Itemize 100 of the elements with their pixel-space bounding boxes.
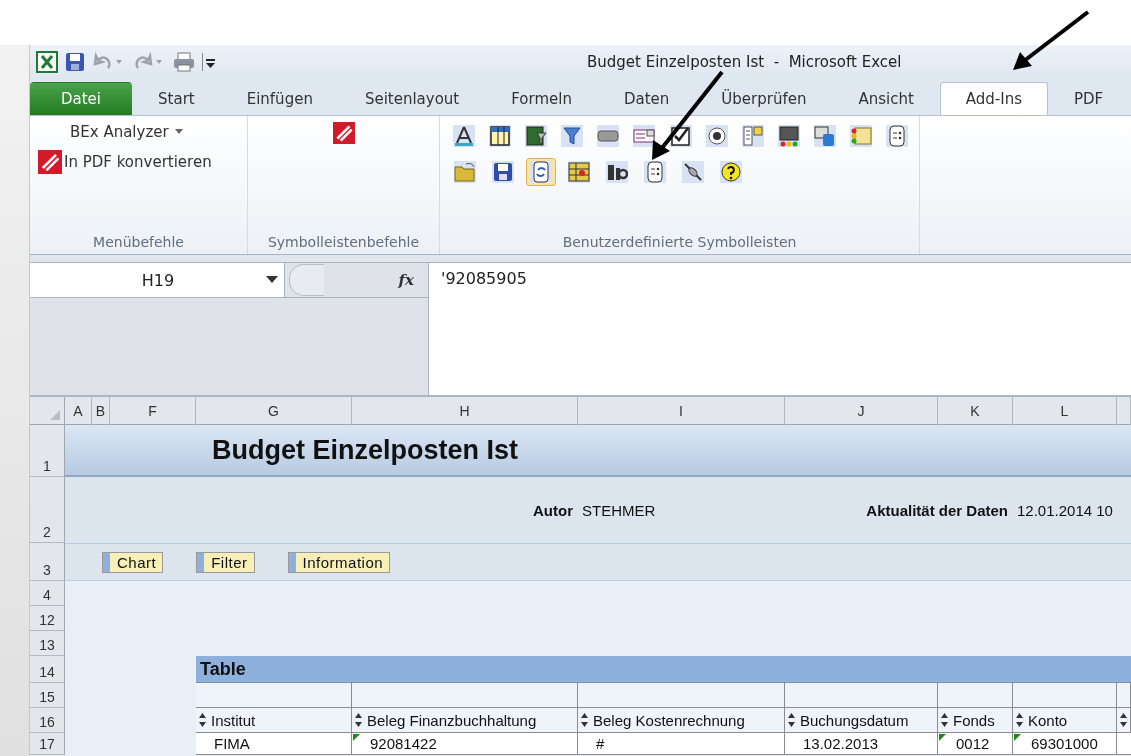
data-date-value: 12.01.2014 10 bbox=[1016, 501, 1114, 519]
table-icon bbox=[489, 125, 512, 147]
sort-icon[interactable] bbox=[354, 712, 363, 728]
column-heading[interactable]: Buchungsdatum bbox=[785, 708, 938, 733]
row-header[interactable]: 17 bbox=[30, 733, 65, 755]
monitor-icon bbox=[777, 125, 800, 147]
column-header[interactable]: G bbox=[196, 397, 352, 425]
group-label: Menübefehle bbox=[92, 234, 185, 252]
table-cell: 92081422 bbox=[352, 733, 578, 755]
column-header[interactable]: J bbox=[785, 397, 938, 425]
form-icon bbox=[885, 125, 908, 147]
row-header[interactable]: 12 bbox=[30, 606, 65, 631]
report-button[interactable]: Filter bbox=[196, 551, 255, 573]
column-header[interactable]: B bbox=[92, 397, 110, 425]
column-heading[interactable] bbox=[1117, 708, 1131, 733]
caret-icon[interactable] bbox=[266, 276, 278, 284]
column-heading[interactable]: Institut bbox=[196, 708, 352, 733]
ribbon-tab[interactable]: Überprüfen bbox=[695, 82, 833, 115]
heading-text: Konto bbox=[1028, 711, 1068, 729]
spreadsheet-logo-icon[interactable] bbox=[36, 50, 58, 73]
save-icon bbox=[492, 161, 514, 183]
save-icon[interactable] bbox=[64, 50, 86, 73]
column-header[interactable]: L bbox=[1013, 397, 1117, 425]
ribbon-tab[interactable]: Formeln bbox=[485, 82, 598, 115]
help-icon bbox=[720, 161, 742, 183]
heading-text: Fonds bbox=[953, 711, 995, 729]
formula-bar-handle[interactable] bbox=[289, 264, 324, 296]
table-cell bbox=[1117, 683, 1131, 708]
insert-function-button[interactable]: fx bbox=[398, 271, 414, 289]
table-title: Table bbox=[200, 658, 246, 680]
folder-icon bbox=[454, 161, 476, 183]
ribbon-tab[interactable]: Seitenlayout bbox=[338, 82, 486, 115]
sort-icon[interactable] bbox=[787, 712, 796, 728]
column-heading[interactable]: Beleg Finanzbuchhaltung bbox=[352, 708, 578, 733]
table-filter-icon bbox=[525, 125, 548, 147]
column-header[interactable]: F bbox=[110, 397, 196, 425]
sort-icon[interactable] bbox=[1015, 712, 1024, 728]
ribbon-tab[interactable]: Add-Ins bbox=[939, 82, 1048, 115]
row-header[interactable]: 15 bbox=[30, 683, 65, 708]
dropdown-icon bbox=[633, 125, 656, 147]
heading-text: Institut bbox=[211, 711, 256, 729]
sort-icon[interactable] bbox=[198, 712, 207, 728]
column-heading[interactable]: Fonds bbox=[938, 708, 1013, 733]
row-header[interactable]: 3 bbox=[30, 543, 65, 581]
formula-field[interactable]: '92085905 bbox=[429, 263, 1131, 395]
refresh-icon bbox=[530, 161, 552, 183]
print-icon[interactable] bbox=[172, 50, 196, 73]
funnel-icon bbox=[561, 125, 584, 147]
caret-icon bbox=[174, 129, 183, 135]
heading-text: Beleg Kostenrechnung bbox=[593, 711, 745, 729]
radio-button-icon bbox=[705, 125, 728, 147]
list-icon bbox=[741, 125, 764, 147]
ribbon-tab[interactable]: Ansicht bbox=[832, 82, 940, 115]
ribbon-tab[interactable]: Start bbox=[132, 82, 221, 115]
ribbon-tab[interactable]: Einfügen bbox=[220, 82, 339, 115]
form-icon bbox=[644, 161, 666, 183]
table-cell: FIMA bbox=[196, 733, 352, 755]
name-box[interactable]: H19 bbox=[30, 263, 285, 297]
ribbon-tab[interactable]: PDF bbox=[1048, 82, 1130, 115]
row-header[interactable]: 13 bbox=[30, 631, 65, 656]
column-header[interactable]: K bbox=[938, 397, 1013, 425]
table-cell: # bbox=[578, 733, 785, 755]
corner-triangle-icon bbox=[50, 410, 60, 420]
toolbar-button[interactable] bbox=[526, 158, 556, 186]
column-heading[interactable]: Beleg Kostenrechnung bbox=[578, 708, 785, 733]
report-button[interactable]: Chart bbox=[102, 551, 164, 573]
table-cell: 0012 bbox=[938, 733, 1013, 755]
sort-icon[interactable] bbox=[940, 712, 949, 728]
heading-text: Buchungsdatum bbox=[800, 711, 909, 729]
group-label: Benutzerdefinierte Symbolleisten bbox=[561, 234, 798, 252]
row-header[interactable]: 16 bbox=[30, 708, 65, 733]
row-header[interactable]: 4 bbox=[30, 581, 65, 606]
ribbon-tab[interactable]: Daten bbox=[597, 82, 696, 115]
name-box-value: H19 bbox=[140, 270, 176, 290]
row-header[interactable]: 1 bbox=[30, 425, 65, 477]
column-header[interactable]: A bbox=[65, 397, 92, 425]
file-tab[interactable]: Datei bbox=[30, 82, 133, 115]
sort-icon[interactable] bbox=[580, 712, 589, 728]
connector-icon bbox=[682, 161, 704, 183]
window-title: Budget Einzelposten Ist - Microsoft Excel bbox=[587, 52, 902, 71]
table-cell: 13.02.2013 bbox=[785, 733, 938, 755]
data-date-label: Aktualität der Daten bbox=[866, 501, 1009, 519]
column-heading[interactable]: Konto bbox=[1013, 708, 1117, 733]
author-value: STEHMER bbox=[581, 501, 657, 519]
table-cell: 69301000 bbox=[1013, 733, 1117, 755]
table-cell bbox=[1117, 733, 1131, 755]
sort-icon[interactable] bbox=[1119, 712, 1128, 728]
column-header[interactable]: H bbox=[352, 397, 578, 425]
report-title: Budget Einzelposten Ist bbox=[212, 434, 519, 466]
author-label: Autor bbox=[533, 501, 574, 519]
menu-button[interactable]: BEx Analyzer bbox=[38, 122, 239, 142]
convert-button[interactable]: In PDF konvertieren bbox=[38, 150, 239, 174]
row-header[interactable]: 2 bbox=[30, 477, 65, 543]
button-shape-icon bbox=[597, 125, 620, 147]
formula-value: '92085905 bbox=[441, 269, 527, 288]
customize-dropdown-icon[interactable] bbox=[202, 50, 216, 73]
heading-text: Beleg Finanzbuchhaltung bbox=[367, 711, 537, 729]
group-label: Symbolleistenbefehle bbox=[266, 234, 421, 252]
column-header[interactable]: I bbox=[578, 397, 785, 425]
row-header[interactable]: 14 bbox=[30, 656, 65, 683]
